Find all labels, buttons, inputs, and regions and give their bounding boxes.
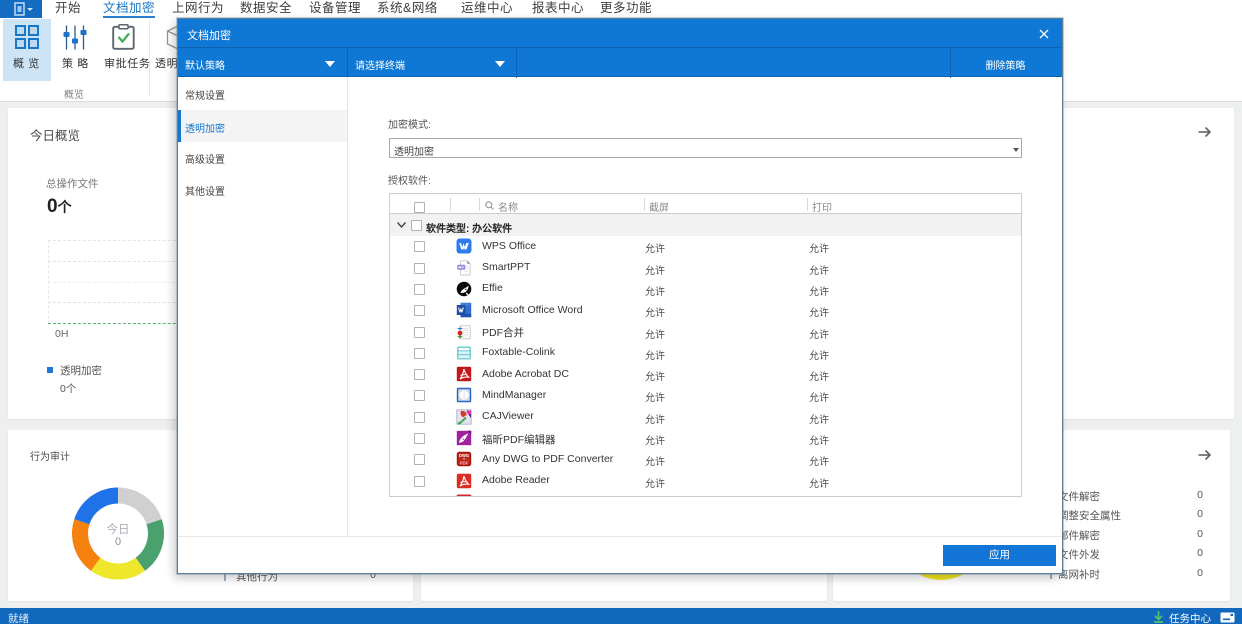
svg-text:DWG: DWG (459, 453, 469, 458)
svg-text:PDF: PDF (460, 461, 469, 466)
